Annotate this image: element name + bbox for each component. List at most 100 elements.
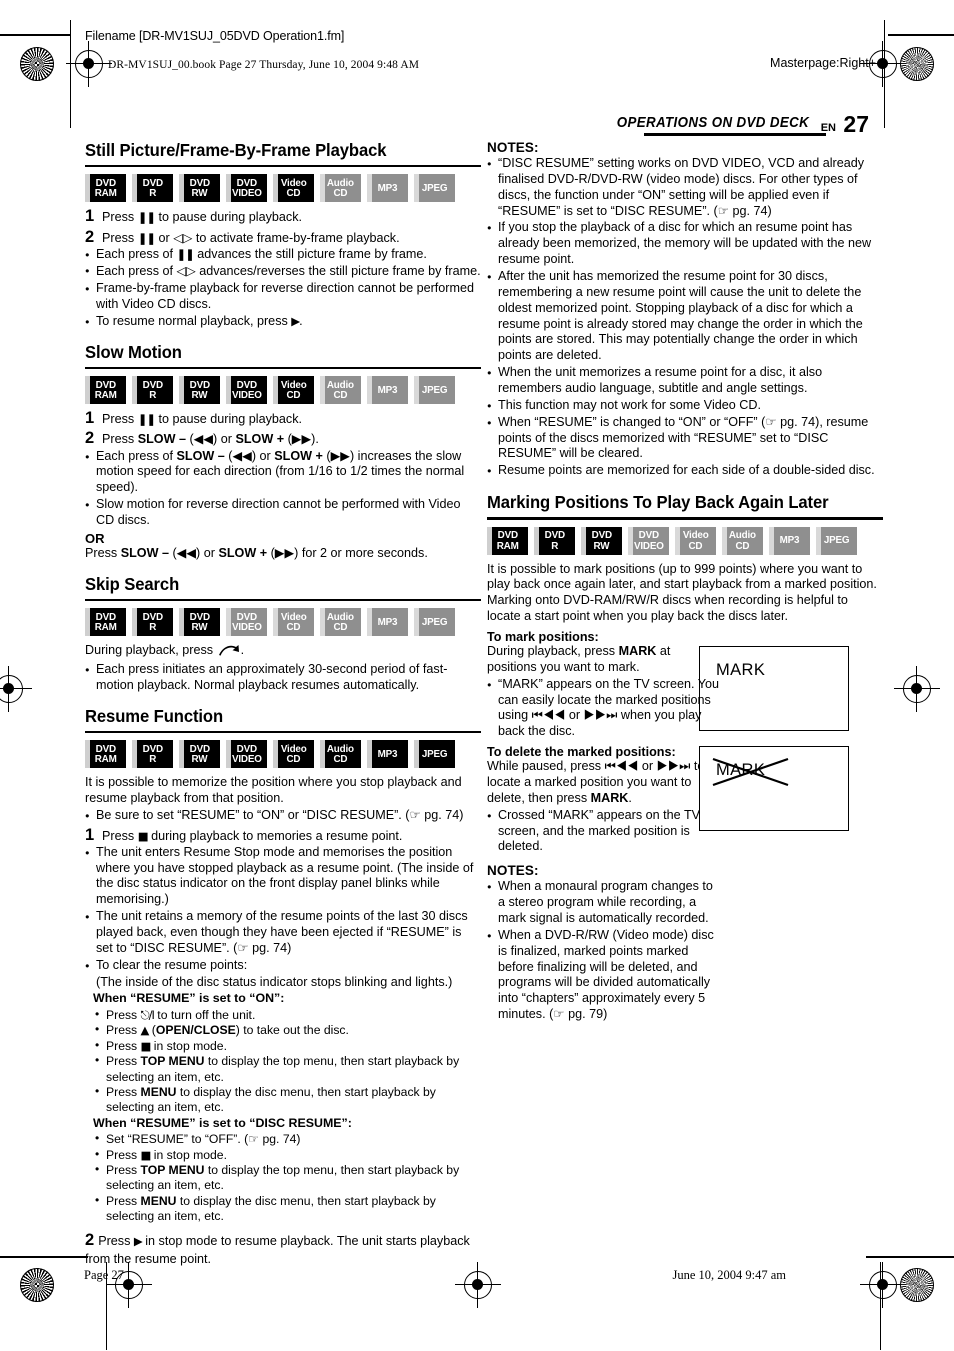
- bullet-marking-1: “MARK” appears on the TV screen. You can…: [487, 677, 723, 740]
- step-number: 2: [85, 227, 95, 246]
- badge-line-2: CD: [333, 621, 348, 634]
- section-title-still-picture: Still Picture/Frame-By-Frame Playback: [85, 140, 387, 160]
- bullet-text-b: advances/reverses the still picture fram…: [195, 264, 481, 279]
- registration-mark-bottom-right: [860, 1262, 906, 1308]
- disc-badge-jpeg: JPEG: [414, 174, 455, 203]
- section-rule: [85, 366, 481, 370]
- marking-body: MARK MARK During playback, press MARK at…: [487, 644, 883, 855]
- resume-on-heading: When “RESUME” is set to “ON”:: [93, 991, 285, 1006]
- resume-on-item-1: Press ⎋/I to turn off the unit.: [85, 1007, 481, 1023]
- disc-badge-dvd-r: DVD R: [534, 526, 575, 555]
- slow-minus-key: SLOW –: [120, 545, 169, 560]
- disc-badge-dvd-video: DVD VIDEO: [226, 376, 267, 405]
- step-1-still-picture: 1 Press ❚❚ to pause during playback.: [85, 207, 481, 225]
- pause-icon: ❚❚: [176, 246, 195, 261]
- disc-badge-audio-cd: Audio CD: [320, 174, 361, 203]
- disc-badge-mp3: MP3: [367, 608, 408, 637]
- resume-clear-note: (The inside of the disc status indicator…: [96, 974, 453, 989]
- disc-badge-mp3: MP3: [367, 174, 408, 203]
- disc-badge-dvd-video: DVD VIDEO: [226, 740, 267, 769]
- badge-line-2: RW: [191, 621, 208, 634]
- tv-mark-text: MARK: [716, 661, 766, 680]
- note-item-3: After the unit has memorized the resume …: [487, 269, 883, 364]
- badge-line-2: CD: [333, 187, 348, 200]
- badge-line-2: R: [551, 539, 558, 552]
- disc-badge-audio-cd: Audio CD: [722, 526, 763, 555]
- resume-on-item-4: Press TOP MENU to display the top menu, …: [85, 1053, 481, 1085]
- badge-line-2: CD: [286, 389, 301, 402]
- note-item-5: This function may not work for some Vide…: [487, 398, 883, 414]
- text-b: (: [148, 1023, 156, 1038]
- mark-key: MARK: [618, 644, 657, 659]
- step-number: 2: [85, 1230, 95, 1249]
- trim-line-bottom-right: [880, 1262, 881, 1350]
- badge-line-2: RAM: [94, 621, 117, 634]
- badge-line-2: R: [149, 621, 156, 634]
- top-menu-key: TOP MENU: [140, 1054, 205, 1069]
- bullet-text-a: Each press of: [96, 264, 177, 279]
- slow-minus-key: SLOW –: [137, 432, 186, 447]
- badge-line-1: MP3: [779, 534, 800, 547]
- step-text-a: Press: [102, 828, 138, 843]
- skip-search-arrow-icon: [218, 644, 240, 661]
- badge-line-1: MP3: [377, 615, 398, 628]
- running-header-title: OPERATIONS ON DVD DECK: [616, 115, 809, 131]
- disc-badge-mp3: MP3: [367, 740, 408, 769]
- bullet-still-3: Frame-by-frame playback for reverse dire…: [85, 281, 481, 313]
- disc-badge-dvd-ram: DVD RAM: [85, 376, 126, 405]
- note-item-2: When a DVD-R/RW (Video mode) disc is fin…: [487, 928, 723, 1023]
- badge-line-2: RAM: [496, 539, 519, 552]
- text-a: Press: [106, 1008, 141, 1023]
- badge-line-2: VIDEO: [633, 539, 664, 552]
- disc-badge-dvd-r: DVD R: [132, 376, 173, 405]
- step-1-resume: 1 Press ■ during playback to memories a r…: [85, 826, 481, 844]
- trim-rule-top-left: [0, 34, 70, 36]
- trim-line-left: [70, 20, 71, 128]
- pause-icon: ❚❚: [137, 210, 156, 225]
- badge-line-2: R: [149, 753, 156, 766]
- bullet-text-b: (◀◀) or: [224, 448, 275, 463]
- notes-list-resume: “DISC RESUME” setting works on DVD VIDEO…: [487, 156, 883, 479]
- badge-line-2: VIDEO: [231, 753, 262, 766]
- text-a: Press: [106, 1023, 141, 1038]
- badge-line-1: JPEG: [823, 534, 850, 547]
- step-text-b: to pause during playback.: [154, 210, 303, 225]
- text-a: Press: [106, 1084, 141, 1099]
- disc-badge-jpeg: JPEG: [816, 526, 857, 555]
- framemaker-filename: Filename [DR-MV1SUJ_05DVD Operation1.fm]: [85, 29, 345, 43]
- step-2-slow-motion: 2 Press SLOW – (◀◀) or SLOW + (▶▶).: [85, 429, 481, 447]
- disc-badge-audio-cd: Audio CD: [320, 376, 361, 405]
- play-icon: ▶: [291, 314, 300, 329]
- disc-badge-video-cd: Video CD: [273, 740, 314, 769]
- marking-left-text: During playback, press MARK at positions…: [487, 644, 723, 855]
- play-icon: ▶: [133, 1233, 143, 1248]
- registration-mark-bottom-center: [455, 1262, 501, 1308]
- badge-line-1: MP3: [377, 747, 398, 760]
- disc-badge-dvd-rw: DVD RW: [179, 174, 220, 203]
- mark-instruction: During playback, press MARK at positions…: [487, 644, 723, 676]
- disc-badge-dvd-ram: DVD RAM: [85, 740, 126, 769]
- note-item-6: When “RESUME” is changed to “ON” or “OFF…: [487, 415, 883, 463]
- resume-intro: It is possible to memorize the position …: [85, 775, 462, 805]
- text-a: During playback, press: [487, 644, 619, 659]
- bullet-resume-2: The unit retains a memory of the resume …: [85, 909, 481, 957]
- disc-badges-marking: DVD RAM DVD R DVD RW DVD VIDEO Video CD Audio CD MP3…: [487, 526, 883, 555]
- badge-line-2: CD: [688, 539, 703, 552]
- step-text-c: to activate frame-by-frame playback.: [192, 230, 400, 245]
- badge-line-2: RW: [191, 389, 208, 402]
- note-item-1: When a monaural program changes to a ste…: [487, 879, 723, 927]
- disc-badge-jpeg: JPEG: [414, 376, 455, 405]
- page-number: 27: [843, 111, 869, 137]
- bullet-slow-2: Slow motion for reverse direction cannot…: [85, 497, 481, 529]
- stop-icon: ■: [137, 828, 149, 843]
- note-item-1: “DISC RESUME” setting works on DVD VIDEO…: [487, 156, 883, 219]
- step-text-b: during playback to memories a resume poi…: [147, 828, 403, 843]
- to-mark-positions-heading: To mark positions:: [487, 630, 599, 645]
- text-b: .: [240, 643, 245, 658]
- badge-line-2: RAM: [94, 389, 117, 402]
- menu-key: MENU: [140, 1084, 177, 1099]
- registration-rosette-top-right: [900, 47, 934, 81]
- bullet-slow-1: Each press of SLOW – (◀◀) or SLOW + (▶▶)…: [85, 449, 481, 497]
- menu-key: MENU: [140, 1193, 177, 1208]
- resume-disc-item-1: Set “RESUME” to “OFF”. (☞ pg. 74): [85, 1131, 481, 1147]
